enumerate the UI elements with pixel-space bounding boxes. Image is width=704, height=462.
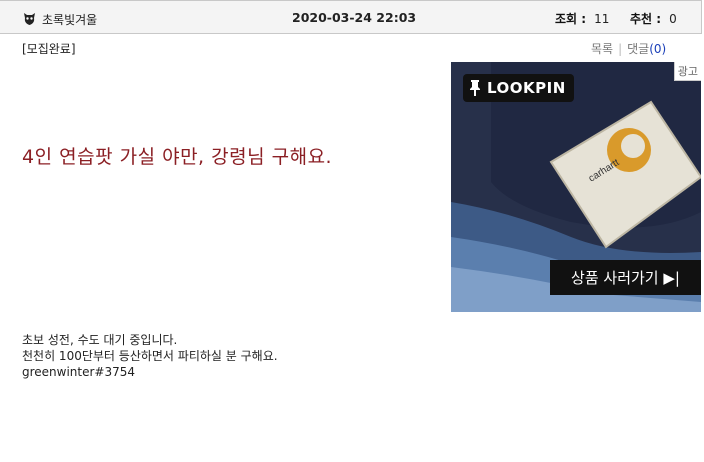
post-datetime: 2020-03-24 22:03 <box>292 10 417 25</box>
recommend-count-value: 0 <box>669 12 677 26</box>
view-count: 조회 : 11 <box>555 10 609 27</box>
recommend-count: 추천 : 0 <box>630 10 677 27</box>
comments-link[interactable]: 댓글(0) <box>627 42 666 56</box>
body-line: greenwinter#3754 <box>22 365 136 379</box>
body-line: 천천히 100단부터 등산하면서 파티하실 분 구해요. <box>22 349 278 363</box>
ad-cta-button[interactable]: 상품 사러가기 ▶| <box>550 260 701 295</box>
pin-icon <box>470 80 480 96</box>
view-count-label: 조회 : <box>555 12 587 26</box>
recommend-count-label: 추천 : <box>630 12 662 26</box>
body-line: 초보 성전, 수도 대기 중입니다. <box>22 333 178 347</box>
post-author[interactable]: 초록빛겨울 <box>42 11 97 28</box>
list-link[interactable]: 목록 <box>591 42 613 56</box>
ad-banner[interactable]: carhartt LOOKPIN 광고 상품 사러가기 ▶| <box>451 62 701 312</box>
view-count-value: 11 <box>594 12 610 26</box>
comments-count: (0) <box>649 42 667 56</box>
character-avatar-icon <box>24 13 35 25</box>
link-divider: | <box>618 42 623 56</box>
post-header-bar: 초록빛겨울 2020-03-24 22:03 조회 : 11 추천 : 0 <box>0 0 702 34</box>
ad-info-tag[interactable]: 광고 <box>673 62 701 81</box>
post-title: 4인 연습팟 가실 야만, 강령님 구해요. <box>22 146 333 168</box>
recruit-status-tag: [모집완료] <box>22 42 76 56</box>
post-body: 초보 성전, 수도 대기 중입니다. 천천히 100단부터 등산하면서 파티하실… <box>22 332 278 380</box>
ad-brand-badge: LOOKPIN <box>463 74 574 102</box>
comments-link-label: 댓글 <box>627 42 650 56</box>
post-links: 목록 | 댓글(0) <box>591 40 666 57</box>
ad-brand-name: LOOKPIN <box>487 79 566 97</box>
